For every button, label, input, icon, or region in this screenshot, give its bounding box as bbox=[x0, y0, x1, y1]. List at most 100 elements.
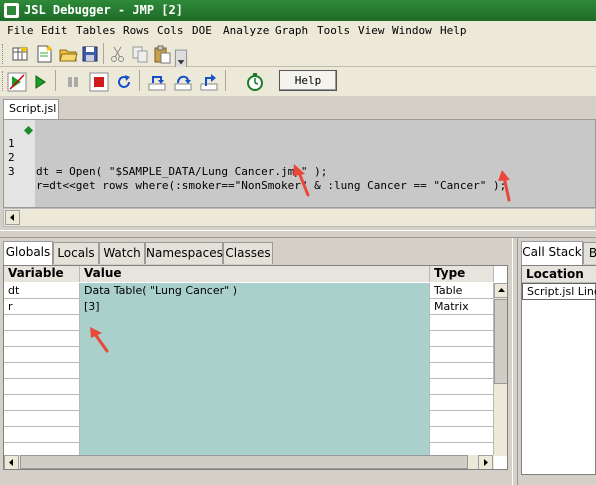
title-bar: JSL Debugger - JMP [2] bbox=[0, 0, 596, 21]
empty-cell bbox=[430, 395, 494, 411]
column-header-variable[interactable]: Variable bbox=[4, 266, 80, 282]
value-cell: [3] bbox=[80, 299, 430, 315]
tab-script-jsl[interactable]: Script.jsl bbox=[3, 99, 59, 119]
empty-table-row[interactable] bbox=[4, 347, 494, 363]
tab-namespaces[interactable]: Namespaces bbox=[145, 242, 223, 264]
menu-doe[interactable]: DOE bbox=[192, 24, 212, 37]
empty-cell bbox=[80, 411, 430, 427]
editor-horizontal-scrollbar[interactable] bbox=[3, 208, 596, 227]
type-cell: Matrix bbox=[430, 299, 494, 315]
menu-view[interactable]: View bbox=[358, 24, 385, 37]
empty-cell bbox=[4, 427, 80, 443]
menu-cols[interactable]: Cols bbox=[157, 24, 184, 37]
empty-table-row[interactable] bbox=[4, 331, 494, 347]
toolbar-grip[interactable] bbox=[2, 71, 5, 91]
new-data-table-icon[interactable] bbox=[10, 44, 30, 64]
stop-icon[interactable] bbox=[89, 72, 109, 92]
table-horizontal-scrollbar[interactable] bbox=[4, 455, 494, 469]
arrow-left-icon bbox=[9, 459, 13, 466]
current-line-arrow-icon bbox=[24, 126, 33, 135]
empty-table-row[interactable] bbox=[4, 411, 494, 427]
scroll-up-button[interactable] bbox=[494, 283, 507, 298]
toolbar-separator bbox=[225, 70, 226, 91]
app-icon bbox=[4, 3, 19, 18]
run-icon[interactable] bbox=[30, 72, 50, 92]
new-script-icon[interactable] bbox=[34, 44, 54, 64]
table-header-row: Variable Value Type bbox=[4, 266, 494, 282]
empty-cell bbox=[80, 427, 430, 443]
vertical-splitter[interactable] bbox=[512, 238, 518, 485]
empty-cell bbox=[4, 411, 80, 427]
table-row[interactable]: r [3] Matrix bbox=[4, 299, 494, 315]
column-header-type[interactable]: Type bbox=[430, 266, 494, 282]
menu-file[interactable]: File bbox=[7, 24, 34, 37]
tab-globals[interactable]: Globals bbox=[3, 241, 53, 265]
scroll-right-button[interactable] bbox=[478, 455, 493, 469]
column-header-value[interactable]: Value bbox=[80, 266, 430, 282]
menu-edit[interactable]: Edit bbox=[41, 24, 68, 37]
table-row[interactable]: dt Data Table( "Lung Cancer" ) Table bbox=[4, 283, 494, 299]
toolbar-separator bbox=[139, 70, 140, 91]
horizontal-splitter[interactable] bbox=[0, 230, 596, 238]
menu-graph[interactable]: Graph bbox=[275, 24, 308, 37]
empty-table-row[interactable] bbox=[4, 363, 494, 379]
pause-icon[interactable] bbox=[63, 72, 83, 92]
scroll-left-button[interactable] bbox=[4, 455, 19, 469]
tab-breakpoints[interactable]: B bbox=[583, 242, 596, 264]
empty-cell bbox=[80, 363, 430, 379]
run-without-breakpoints-icon[interactable] bbox=[7, 72, 27, 92]
tab-call-stack[interactable]: Call Stack bbox=[521, 241, 583, 265]
arrow-right-icon bbox=[484, 459, 488, 466]
column-header-location[interactable]: Location bbox=[522, 266, 596, 283]
menu-rows[interactable]: Rows bbox=[123, 24, 150, 37]
empty-cell bbox=[80, 395, 430, 411]
menu-help[interactable]: Help bbox=[440, 24, 467, 37]
empty-cell bbox=[430, 427, 494, 443]
scrollbar-thumb[interactable] bbox=[20, 455, 468, 469]
code-line-2[interactable]: 2 bbox=[4, 137, 31, 164]
empty-cell bbox=[4, 331, 80, 347]
menu-bar: File Edit Tables Rows Cols DOE Analyze G… bbox=[0, 21, 596, 40]
menu-tables[interactable]: Tables bbox=[76, 24, 116, 37]
menu-window[interactable]: Window bbox=[392, 24, 432, 37]
call-stack-table: Location Script.jsl Line bbox=[521, 265, 596, 475]
empty-cell bbox=[4, 379, 80, 395]
cut-icon[interactable] bbox=[108, 44, 128, 64]
empty-cell bbox=[4, 395, 80, 411]
menu-analyze[interactable]: Analyze bbox=[223, 24, 269, 37]
step-out-icon[interactable] bbox=[199, 72, 219, 92]
script-editor[interactable]: 1 dt = Open( "$SAMPLE_DATA/Lung Cancer.j… bbox=[3, 119, 596, 208]
arrow-up-icon bbox=[498, 288, 505, 292]
scrollbar-thumb[interactable] bbox=[494, 299, 507, 384]
toolbar-overflow-icon[interactable] bbox=[171, 49, 188, 69]
table-vertical-scrollbar[interactable] bbox=[494, 283, 507, 456]
type-cell: Table bbox=[430, 283, 494, 299]
paste-icon[interactable] bbox=[152, 44, 172, 64]
tab-locals[interactable]: Locals bbox=[53, 242, 99, 264]
code-line-1[interactable]: 1 dt = Open( "$SAMPLE_DATA/Lung Cancer.j… bbox=[4, 123, 327, 178]
empty-cell bbox=[4, 347, 80, 363]
help-button[interactable]: Help bbox=[279, 70, 337, 91]
standard-toolbar bbox=[0, 40, 596, 69]
step-into-icon[interactable] bbox=[147, 72, 167, 92]
tab-classes[interactable]: Classes bbox=[223, 242, 273, 264]
scroll-left-button[interactable] bbox=[5, 210, 20, 225]
restart-icon[interactable] bbox=[114, 72, 134, 92]
tab-watch[interactable]: Watch bbox=[99, 242, 145, 264]
open-folder-icon[interactable] bbox=[58, 44, 78, 64]
toolbar-grip[interactable] bbox=[2, 44, 5, 64]
save-icon[interactable] bbox=[80, 44, 100, 64]
code-line-3[interactable]: 3 r=dt<<get rows where(:smoker=="NonSmok… bbox=[4, 151, 506, 192]
empty-table-row[interactable] bbox=[4, 315, 494, 331]
call-stack-row[interactable]: Script.jsl Line bbox=[522, 283, 596, 300]
empty-table-row[interactable] bbox=[4, 379, 494, 395]
empty-table-row[interactable] bbox=[4, 395, 494, 411]
stopwatch-icon[interactable] bbox=[245, 72, 265, 92]
empty-cell bbox=[4, 315, 80, 331]
toolbar-separator bbox=[55, 70, 56, 91]
copy-icon[interactable] bbox=[130, 44, 150, 64]
menu-tools[interactable]: Tools bbox=[317, 24, 350, 37]
step-over-icon[interactable] bbox=[173, 72, 193, 92]
empty-cell bbox=[430, 315, 494, 331]
empty-table-row[interactable] bbox=[4, 427, 494, 443]
